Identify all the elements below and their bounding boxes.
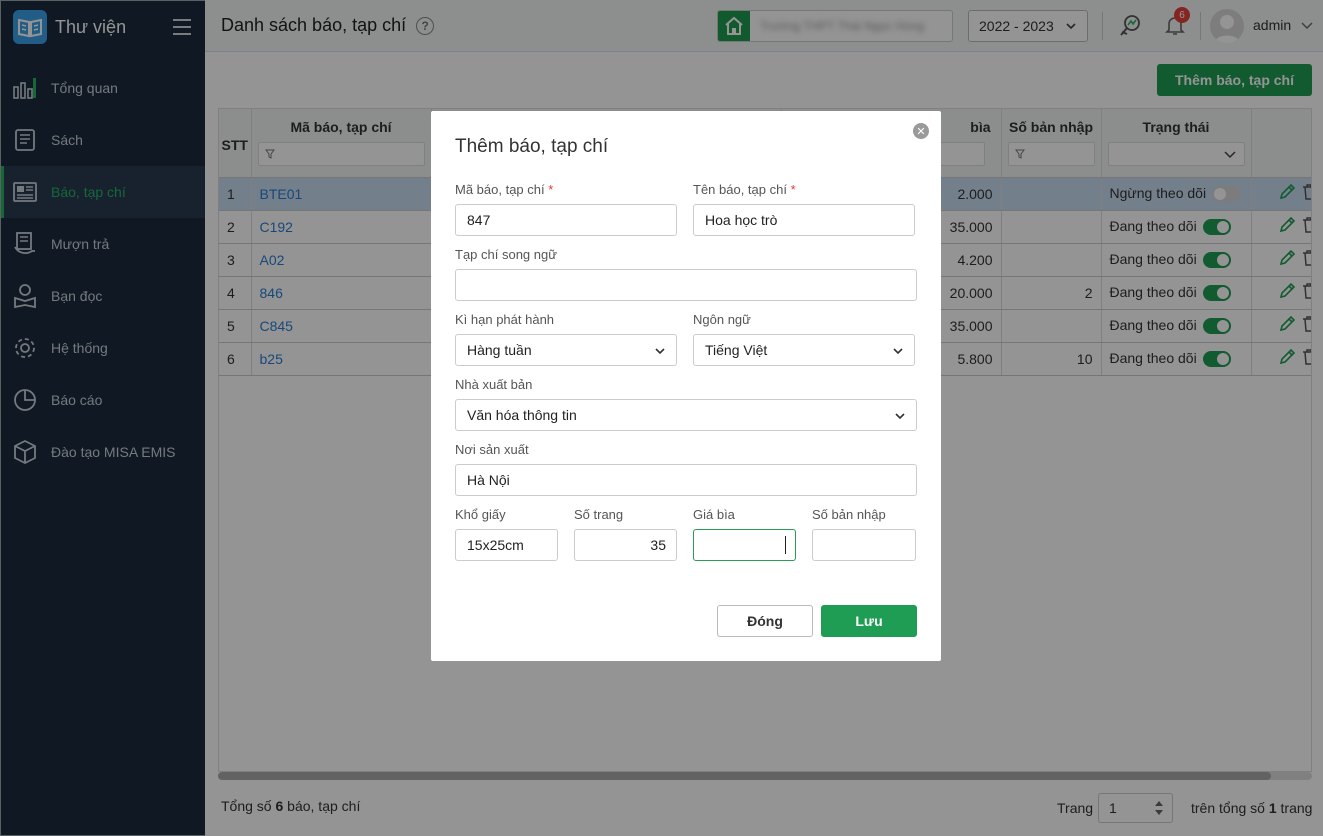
paper-size-label: Khổ giấy xyxy=(455,507,506,522)
add-newspaper-dialog: Thêm báo, tạp chí ✕ Mã báo, tạp chí * 84… xyxy=(431,111,941,661)
name-label: Tên báo, tạp chí * xyxy=(693,182,796,197)
pages-value: 35 xyxy=(650,537,666,553)
name-label-text: Tên báo, tạp chí xyxy=(693,182,787,197)
code-value: 847 xyxy=(467,212,491,228)
language-label: Ngôn ngữ xyxy=(693,312,751,327)
language-value: Tiếng Việt xyxy=(705,342,768,358)
publisher-value: Văn hóa thông tin xyxy=(467,407,577,423)
name-input[interactable]: Hoa học trò xyxy=(693,204,915,236)
paper-size-value: 15x25cm xyxy=(467,537,524,553)
place-value: Hà Nội xyxy=(467,472,510,488)
code-label: Mã báo, tạp chí * xyxy=(455,182,553,197)
drafts-input[interactable] xyxy=(812,529,916,561)
paper-size-input[interactable]: 15x25cm xyxy=(455,529,558,561)
publisher-label: Nhà xuất bản xyxy=(455,377,533,392)
required-mark: * xyxy=(790,182,796,197)
chevron-down-icon xyxy=(655,348,665,355)
drafts-label: Số bản nhập xyxy=(812,507,886,522)
text-cursor xyxy=(785,536,786,554)
language-select[interactable]: Tiếng Việt xyxy=(693,334,915,366)
code-label-text: Mã báo, tạp chí xyxy=(455,182,545,197)
code-input[interactable]: 847 xyxy=(455,204,677,236)
bilingual-input[interactable] xyxy=(455,269,917,301)
publisher-select[interactable]: Văn hóa thông tin xyxy=(455,399,917,431)
chevron-down-icon xyxy=(893,348,903,355)
required-mark: * xyxy=(548,182,554,197)
name-value: Hoa học trò xyxy=(705,212,778,228)
chevron-down-icon xyxy=(895,413,905,420)
close-button[interactable]: Đóng xyxy=(717,605,813,637)
save-button[interactable]: Lưu xyxy=(821,605,917,637)
pages-label: Số trang xyxy=(574,507,624,522)
bilingual-label: Tạp chí song ngữ xyxy=(455,247,557,262)
place-input[interactable]: Hà Nội xyxy=(455,464,917,496)
period-label: Kì hạn phát hành xyxy=(455,312,555,327)
pages-input[interactable]: 35 xyxy=(574,529,677,561)
dialog-title: Thêm báo, tạp chí xyxy=(455,136,609,157)
place-label: Nơi sản xuất xyxy=(455,442,529,457)
period-value: Hàng tuần xyxy=(467,342,532,358)
period-select[interactable]: Hàng tuần xyxy=(455,334,677,366)
price-label: Giá bìa xyxy=(693,507,735,522)
price-input[interactable] xyxy=(693,529,796,561)
close-icon[interactable]: ✕ xyxy=(913,123,929,139)
